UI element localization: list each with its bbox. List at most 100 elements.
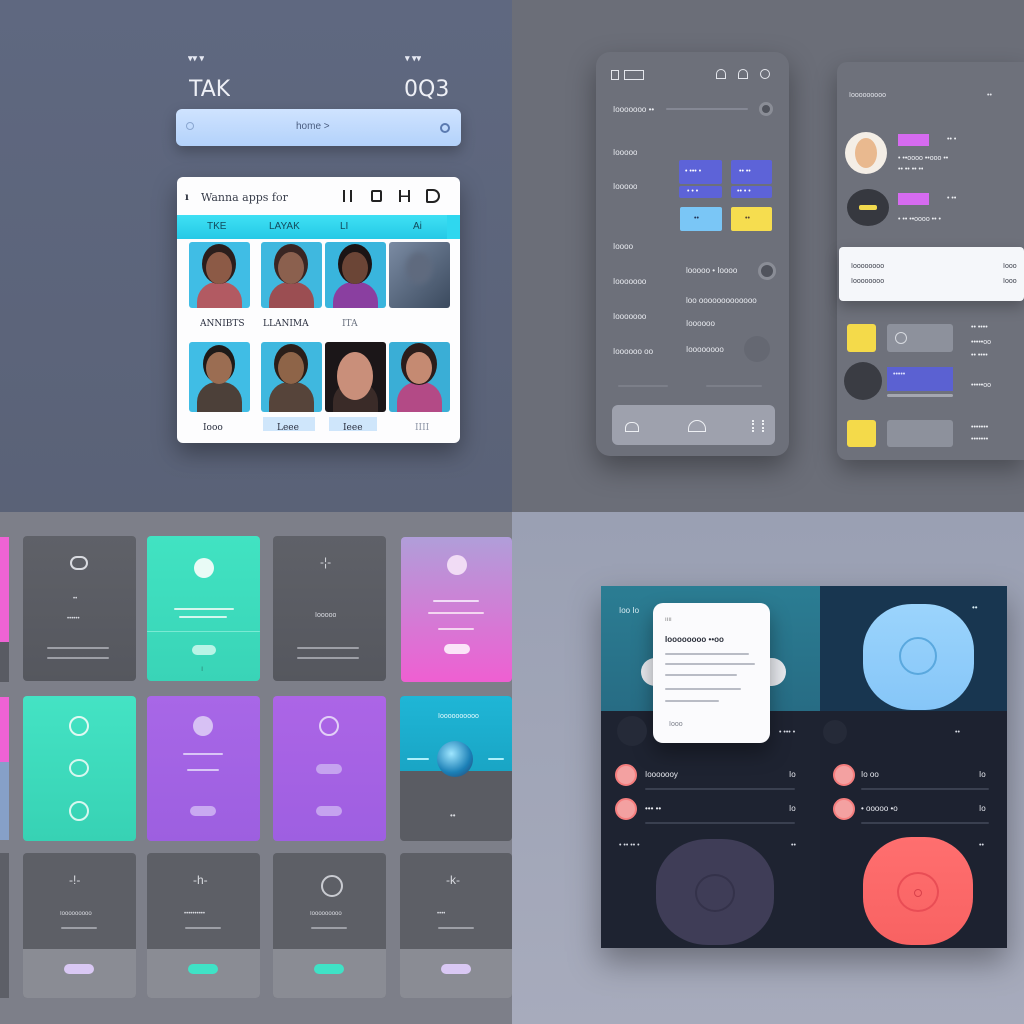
chip-button[interactable]: • ••• •	[679, 160, 722, 184]
home-icon[interactable]	[716, 69, 726, 79]
toggle-knob[interactable]	[759, 102, 773, 116]
avatar-placeholder[interactable]	[847, 189, 889, 226]
photo-thumb[interactable]	[325, 242, 386, 308]
record-orb[interactable]	[437, 741, 473, 777]
tile-text: Iooooooooo	[60, 911, 92, 917]
header-counter: 0Q3	[404, 77, 450, 102]
chip-button[interactable]: • • •	[679, 186, 722, 198]
chip-button[interactable]: •• • •	[731, 186, 772, 198]
tile-edge	[0, 853, 9, 998]
photo-thumb[interactable]	[325, 342, 386, 412]
h-icon[interactable]	[399, 190, 410, 202]
record-disc[interactable]	[863, 837, 973, 945]
tile-card[interactable]: •• ••••••	[23, 536, 136, 681]
cloud-icon[interactable]	[625, 422, 639, 432]
chip-button-yellow[interactable]: ••	[731, 207, 772, 231]
col-header-4: Ai	[413, 221, 422, 232]
bars-icon[interactable]	[343, 190, 352, 202]
round-button[interactable]	[844, 362, 882, 400]
tile-button[interactable]	[316, 764, 342, 774]
note-text: Iooo	[1003, 263, 1017, 270]
tile-button[interactable]	[190, 806, 216, 816]
list-avatar[interactable]	[615, 798, 637, 820]
tile-card[interactable]: -¦- Iooooo	[273, 536, 386, 681]
chip-button[interactable]: •• ••	[731, 160, 772, 184]
dashboard: Ioo Io •• ıııı Ioooooooo ••oo Iooo • •••…	[601, 586, 1007, 948]
tile-text: Ioooooooooo	[438, 713, 479, 720]
photo-thumb[interactable]	[389, 242, 450, 308]
dome-icon[interactable]	[688, 420, 706, 432]
tile-card[interactable]: -k- ••••	[400, 853, 512, 998]
list-avatar[interactable]	[833, 798, 855, 820]
divider	[861, 822, 989, 824]
photo-caption: ITA	[342, 319, 358, 329]
text-line	[665, 700, 719, 702]
section-label: • •• •• •	[619, 842, 640, 849]
column-header-cap	[447, 215, 460, 239]
header-title: TAK	[189, 77, 231, 102]
track-meta: Io	[979, 804, 986, 813]
m-icon[interactable]	[426, 189, 440, 203]
tile-card[interactable]: Ioooooooooo ••	[400, 696, 512, 841]
yellow-tile[interactable]	[847, 420, 876, 447]
tile-card[interactable]: -!- Iooooooooo	[23, 853, 136, 998]
photo-caption: Leee	[277, 423, 299, 433]
toggle-tile[interactable]	[887, 420, 953, 447]
popup-card[interactable]: ıııı Ioooooooo ••oo Iooo	[653, 603, 770, 743]
avatar[interactable]	[845, 132, 887, 174]
mic-button[interactable]	[744, 336, 770, 362]
tile-card[interactable]: -h- ••••••••••	[147, 853, 260, 998]
tile-button[interactable]	[316, 806, 342, 816]
photo-thumb[interactable]	[389, 342, 450, 412]
track-title[interactable]: Iooooooy	[645, 770, 678, 779]
search-bar[interactable]: home >	[176, 109, 461, 146]
toggle-knob[interactable]	[758, 262, 776, 280]
track-meta: Io	[789, 770, 796, 779]
tile-card[interactable]: ı	[147, 536, 260, 681]
photo-caption: Iooo	[203, 423, 223, 433]
grid-icon[interactable]	[371, 190, 382, 202]
tile-card[interactable]	[23, 696, 136, 841]
grid-icon	[69, 716, 89, 736]
yellow-tile[interactable]	[847, 324, 876, 352]
track-title[interactable]: Io oo	[861, 770, 879, 779]
photo-thumb[interactable]	[261, 342, 322, 412]
dark-disc[interactable]	[656, 839, 774, 945]
tile-card[interactable]	[273, 696, 386, 841]
progress-tag: •••••	[887, 367, 953, 391]
text-line	[185, 927, 221, 929]
lock-icon[interactable]	[738, 69, 748, 79]
menu-icon[interactable]	[611, 70, 619, 80]
tabs-icon[interactable]	[624, 70, 644, 80]
tile-card[interactable]	[147, 696, 260, 841]
list-avatar[interactable]	[615, 764, 637, 786]
chip-button-blue[interactable]: ••	[680, 207, 722, 231]
text-line	[297, 647, 359, 649]
arrow-icon: -h-	[193, 873, 208, 887]
stats-icon[interactable]	[752, 420, 764, 432]
list-avatar[interactable]	[833, 764, 855, 786]
target-icon[interactable]	[440, 123, 450, 133]
photo-thumb[interactable]	[261, 242, 322, 308]
list-text: •• ••••	[971, 352, 988, 359]
settings-icon[interactable]	[760, 69, 770, 79]
tile-text: ••	[73, 596, 78, 602]
toggle-tile[interactable]	[887, 324, 953, 352]
tile-button[interactable]	[444, 644, 470, 654]
tile-button[interactable]	[314, 964, 344, 974]
tile-card[interactable]: Iooooooooo	[273, 853, 386, 998]
tile-card[interactable]	[401, 537, 512, 682]
tile-button[interactable]	[192, 645, 216, 655]
tile-text: ••••	[437, 911, 446, 917]
tile-button[interactable]	[188, 964, 218, 974]
heart-icon	[914, 889, 922, 897]
tile-button[interactable]	[64, 964, 94, 974]
tile-button[interactable]	[441, 964, 471, 974]
track-title[interactable]: • ooooo •o	[861, 804, 898, 813]
play-disc[interactable]	[863, 604, 974, 710]
photo-thumb[interactable]	[189, 342, 250, 412]
track-title[interactable]: ••• ••	[645, 804, 661, 813]
note-card[interactable]: Ioooooooo Ioooooooo Iooo Iooo	[839, 247, 1024, 301]
photo-thumb[interactable]	[189, 242, 250, 308]
photo-caption: LLANIMA	[263, 319, 309, 329]
